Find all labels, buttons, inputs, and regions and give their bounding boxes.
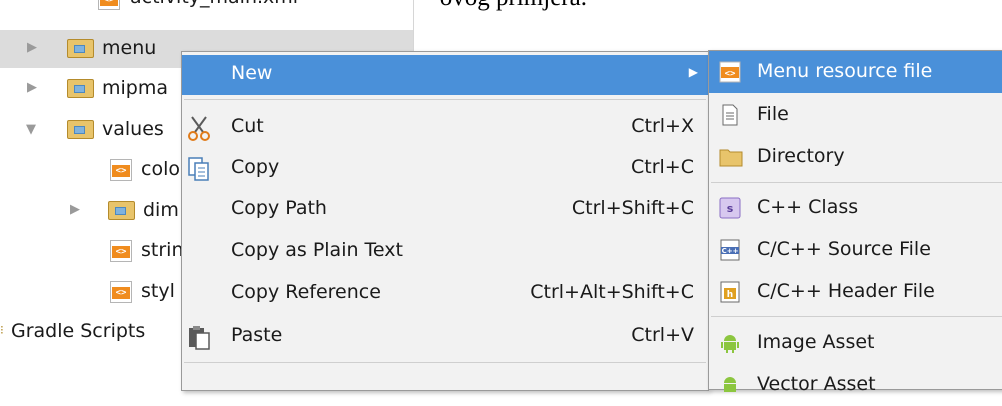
shortcut-label: Ctrl+C <box>631 156 694 178</box>
svg-text:<>: <> <box>725 69 736 79</box>
expand-arrow-icon[interactable]: ▶ <box>70 202 80 217</box>
folder-icon <box>67 39 94 58</box>
shortcut-label: Ctrl+Alt+Shift+C <box>530 281 694 303</box>
svg-text:C++: C++ <box>722 247 739 255</box>
submenu-item-menu-resource-file[interactable]: <> Menu resource file <box>709 51 1002 93</box>
folder-icon <box>67 120 94 139</box>
submenu-item-label: Vector Asset <box>757 373 876 395</box>
menu-item-copy-reference[interactable]: Copy Reference Ctrl+Alt+Shift+C <box>182 274 708 314</box>
menu-item-label: Copy Reference <box>231 281 381 303</box>
submenu-item-label: Menu resource file <box>757 60 933 82</box>
submenu-item-cpp-header-file[interactable]: h C/C++ Header File <box>709 271 1002 313</box>
cpp-header-icon: h <box>719 281 741 303</box>
submenu-item-directory[interactable]: Directory <box>709 136 1002 178</box>
submenu-item-label: Image Asset <box>757 331 875 353</box>
menu-item-label: Paste <box>231 324 283 346</box>
menu-item-label: Copy Path <box>231 197 327 219</box>
menu-item-label: Cut <box>231 115 264 137</box>
shortcut-label: Ctrl+X <box>631 115 694 137</box>
folder-icon <box>719 146 743 168</box>
submenu-item-cpp-source-file[interactable]: C++ C/C++ Source File <box>709 229 1002 271</box>
submenu-item-label: C++ Class <box>757 196 859 218</box>
copy-icon <box>185 155 213 183</box>
menu-item-paste[interactable]: Paste Ctrl+V <box>182 317 708 357</box>
gradle-icon: ⁝ <box>0 323 4 337</box>
tree-item-label: Gradle Scripts <box>11 320 146 342</box>
xml-file-icon <box>98 0 120 10</box>
android-icon <box>719 332 741 354</box>
collapse-arrow-icon[interactable]: ▼ <box>26 122 36 137</box>
submenu-item-image-asset[interactable]: Image Asset <box>709 322 1002 364</box>
shortcut-label: Ctrl+V <box>631 324 694 346</box>
submenu-arrow-icon: ▶ <box>688 65 698 79</box>
submenu-item-vector-asset[interactable]: Vector Asset <box>709 364 1002 406</box>
android-icon <box>719 374 741 396</box>
submenu-item-file[interactable]: File <box>709 94 1002 136</box>
menu-item-cut[interactable]: Cut Ctrl+X <box>182 108 708 148</box>
svg-text:s: s <box>727 202 734 215</box>
menu-divider <box>184 362 706 363</box>
menu-divider <box>711 316 1002 317</box>
menu-divider <box>711 182 1002 183</box>
new-submenu: <> Menu resource file File Directory s C… <box>708 50 1002 395</box>
menu-item-new[interactable]: New ▶ <box>182 55 708 95</box>
tree-item-label: menu <box>102 37 157 59</box>
xml-file-icon <box>110 240 132 262</box>
submenu-item-label: C/C++ Header File <box>757 280 935 302</box>
expand-arrow-icon[interactable]: ▶ <box>27 40 37 55</box>
tree-item-label: styl <box>141 280 175 302</box>
expand-arrow-icon[interactable]: ▶ <box>27 80 37 95</box>
menu-item-label: Copy <box>231 156 280 178</box>
menu-item-copy[interactable]: Copy Ctrl+C <box>182 149 708 189</box>
menu-divider <box>184 99 706 100</box>
folder-icon <box>67 79 94 98</box>
cpp-source-icon: C++ <box>719 239 741 261</box>
menu-item-copy-path[interactable]: Copy Path Ctrl+Shift+C <box>182 190 708 230</box>
menu-item-copy-plain-text[interactable]: Copy as Plain Text <box>182 232 708 272</box>
xml-file-icon: <> <box>719 61 741 83</box>
folder-icon <box>108 201 135 220</box>
tree-item-label: mipma <box>102 77 168 99</box>
tree-item-label: dim <box>143 199 179 221</box>
cpp-class-icon: s <box>719 197 741 219</box>
tree-item-activity-main[interactable]: activity_main.xml <box>0 0 413 18</box>
xml-file-icon <box>110 281 132 303</box>
paste-icon <box>185 323 213 351</box>
menu-item-label: New <box>231 62 273 84</box>
shortcut-label: Ctrl+Shift+C <box>571 197 694 219</box>
scissors-icon <box>185 114 213 142</box>
tree-divider <box>413 0 414 55</box>
context-menu: New ▶ Cut Ctrl+X Copy Ctrl+C Copy Path C… <box>181 51 709 391</box>
submenu-item-label: Directory <box>757 145 845 167</box>
file-icon <box>719 104 741 126</box>
menu-item-label: Copy as Plain Text <box>231 239 403 261</box>
tree-item-label: values <box>102 118 164 140</box>
submenu-item-label: File <box>757 103 789 125</box>
tree-item-label: activity_main.xml <box>130 0 298 8</box>
tree-item-label: strin <box>141 239 184 261</box>
tree-item-label: colo <box>141 158 180 180</box>
submenu-item-label: C/C++ Source File <box>757 238 931 260</box>
svg-text:h: h <box>727 290 733 300</box>
submenu-item-cpp-class[interactable]: s C++ Class <box>709 187 1002 229</box>
xml-file-icon <box>110 159 132 181</box>
